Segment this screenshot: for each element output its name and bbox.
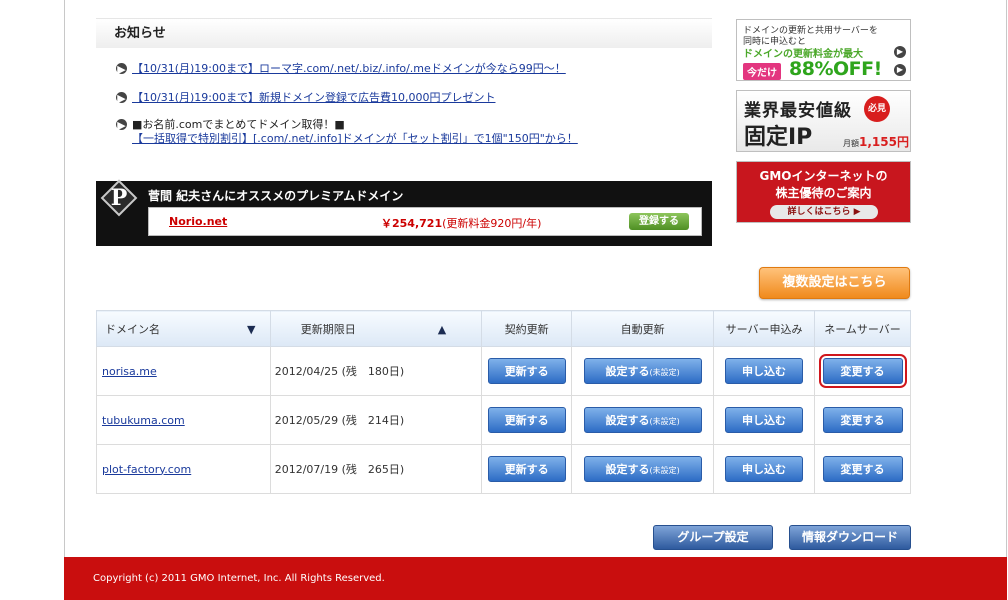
premium-logo-letter: P	[110, 185, 128, 211]
arrow-right-icon: ▶	[116, 119, 127, 132]
premium-box: Norio.net ￥254,721(更新料金920円/年) 登録する	[148, 207, 702, 236]
news-title: お知らせ	[96, 18, 712, 48]
table-row: plot-factory.com 2012/07/19 (残 265日) 更新す…	[96, 444, 911, 494]
banner-text: GMOインターネットの	[759, 169, 888, 183]
domain-link[interactable]: plot-factory.com	[102, 463, 191, 476]
premium-domain-link[interactable]: Norio.net	[169, 215, 227, 228]
auto-renew-cell: 設定する(未設定)	[571, 395, 715, 445]
domain-link[interactable]: tubukuma.com	[102, 414, 185, 427]
column-header-label: ドメイン名	[105, 322, 160, 336]
renew-cell: 更新する	[481, 346, 573, 396]
news-link[interactable]: 【一括取得で特別割引】[.com/.net/.info]ドメインが「セット割引」…	[132, 132, 578, 146]
expiry-cell: 2012/04/25 (残 180日)	[269, 346, 483, 396]
server-cell: 申し込む	[713, 346, 816, 396]
premium-price: ￥254,721(更新料金920円/年)	[381, 215, 541, 231]
auto-renew-button[interactable]: 設定する(未設定)	[583, 358, 702, 384]
premium-price-value: ￥254,721	[381, 217, 443, 230]
column-header-expiry[interactable]: 更新期限日 ▲	[269, 310, 483, 347]
auto-renew-button[interactable]: 設定する(未設定)	[583, 407, 702, 433]
renew-button[interactable]: 更新する	[487, 358, 566, 384]
button-label: 設定する	[605, 414, 650, 427]
banner-text: 業界最安値級	[744, 101, 852, 121]
button-status: (未設定)	[649, 417, 680, 426]
news-item: ▶ ■お名前.comでまとめてドメイン取得！■ 【一括取得で特別割引】[.com…	[116, 118, 578, 146]
news-text: ■お名前.comでまとめてドメイン取得！■	[132, 118, 345, 131]
auto-renew-cell: 設定する(未設定)	[571, 346, 715, 396]
column-header-auto-renew: 自動更新	[571, 310, 715, 347]
button-label: 設定する	[605, 365, 650, 378]
server-apply-button[interactable]: 申し込む	[725, 358, 804, 384]
column-header-nameserver: ネームサーバー	[814, 310, 911, 347]
domain-cell: plot-factory.com	[96, 444, 271, 494]
column-header-server: サーバー申込み	[713, 310, 816, 347]
server-apply-button[interactable]: 申し込む	[725, 407, 804, 433]
premium-domain-panel: P 菅間 紀夫さんにオススメのプレミアムドメイン Norio.net ￥254,…	[96, 179, 712, 246]
banner-tag: 今だけ	[743, 63, 781, 80]
nameserver-cell: 変更する	[814, 395, 911, 445]
banner-badge: 必見	[864, 96, 890, 122]
arrow-right-icon: ▶	[894, 46, 906, 58]
server-discount-banner[interactable]: ドメインの更新と共用サーバーを 同時に申込むと ドメインの更新料金が最大 ▶ 今…	[736, 19, 911, 81]
footer-copyright: Copyright (c) 2011 GMO Internet, Inc. Al…	[64, 557, 1007, 600]
renew-cell: 更新する	[481, 444, 573, 494]
button-status: (未設定)	[649, 368, 680, 377]
info-download-button[interactable]: 情報ダウンロード	[789, 525, 911, 550]
news-item: ▶ 【10/31(月)19:00まで】ローマ字.com/.net/.biz/.i…	[116, 62, 566, 76]
expiry-cell: 2012/05/29 (残 214日)	[269, 395, 483, 445]
arrow-right-icon: ▶	[894, 64, 906, 76]
banner-discount: 88%OFF!	[789, 58, 882, 80]
banner-details-button[interactable]: 詳しくはこちら ▶	[770, 205, 878, 219]
nameserver-change-button[interactable]: 変更する	[822, 407, 903, 433]
right-border	[1006, 0, 1007, 600]
table-header-row: ドメイン名 ▼ 更新期限日 ▲ 契約更新 自動更新 サーバー申込み ネームサーバ…	[96, 310, 911, 347]
column-header-domain[interactable]: ドメイン名 ▼	[96, 310, 271, 347]
premium-title: 菅間 紀夫さんにオススメのプレミアムドメイン	[148, 189, 404, 203]
banner-text: 株主優待のご案内	[775, 186, 872, 200]
fixed-ip-banner[interactable]: 業界最安値級 固定IP 必見 月額1,155円	[736, 90, 911, 152]
nameserver-cell: 変更する	[814, 444, 911, 494]
domain-cell: tubukuma.com	[96, 395, 271, 445]
sort-asc-icon[interactable]: ▲	[438, 323, 446, 336]
expiry-cell: 2012/07/19 (残 265日)	[269, 444, 483, 494]
button-status: (未設定)	[649, 466, 680, 475]
nameserver-cell: 変更する	[814, 346, 911, 396]
column-header-label: 更新期限日	[300, 322, 356, 336]
banner-price-unit: 月額	[843, 139, 859, 148]
table-row: tubukuma.com 2012/05/29 (残 214日) 更新する 設定…	[96, 395, 911, 445]
auto-renew-cell: 設定する(未設定)	[571, 444, 715, 494]
premium-renewal-fee: (更新料金920円/年)	[442, 217, 542, 230]
nameserver-change-button[interactable]: 変更する	[822, 456, 903, 482]
register-button[interactable]: 登録する	[629, 213, 689, 230]
renew-cell: 更新する	[481, 395, 573, 445]
renew-button[interactable]: 更新する	[487, 456, 566, 482]
bulk-settings-button[interactable]: 複数設定はこちら	[759, 267, 910, 299]
domain-cell: norisa.me	[96, 346, 271, 396]
banner-price-value: 1,155円	[859, 135, 909, 149]
arrow-right-icon: ▶	[116, 63, 127, 76]
news-link[interactable]: 【10/31(月)19:00まで】ローマ字.com/.net/.biz/.inf…	[132, 62, 566, 76]
banner-button-label: 詳しくはこちら	[787, 207, 851, 217]
group-settings-button[interactable]: グループ設定	[653, 525, 773, 550]
button-label: 設定する	[605, 463, 650, 476]
domain-table: ドメイン名 ▼ 更新期限日 ▲ 契約更新 自動更新 サーバー申込み ネームサーバ…	[96, 310, 911, 494]
table-row: norisa.me 2012/04/25 (残 180日) 更新する 設定する(…	[96, 346, 911, 396]
banner-text: 固定IP	[744, 125, 813, 150]
server-apply-button[interactable]: 申し込む	[725, 456, 804, 482]
news-section: お知らせ	[96, 18, 712, 48]
left-border	[64, 0, 65, 557]
renew-button[interactable]: 更新する	[487, 407, 566, 433]
domain-link[interactable]: norisa.me	[102, 365, 157, 378]
sort-desc-icon[interactable]: ▼	[247, 323, 255, 336]
play-icon: ▶	[853, 207, 861, 217]
server-cell: 申し込む	[713, 444, 816, 494]
nameserver-change-button[interactable]: 変更する	[818, 354, 907, 388]
column-header-renew: 契約更新	[481, 310, 573, 347]
arrow-right-icon: ▶	[116, 92, 127, 105]
banner-price: 月額1,155円	[843, 133, 909, 150]
server-cell: 申し込む	[713, 395, 816, 445]
news-item: ▶ 【10/31(月)19:00まで】新規ドメイン登録で広告費10,000円プレ…	[116, 91, 495, 105]
auto-renew-button[interactable]: 設定する(未設定)	[583, 456, 702, 482]
shareholder-banner[interactable]: GMOインターネットの 株主優待のご案内 詳しくはこちら ▶	[736, 161, 911, 223]
news-link[interactable]: 【10/31(月)19:00まで】新規ドメイン登録で広告費10,000円プレゼン…	[132, 91, 495, 105]
